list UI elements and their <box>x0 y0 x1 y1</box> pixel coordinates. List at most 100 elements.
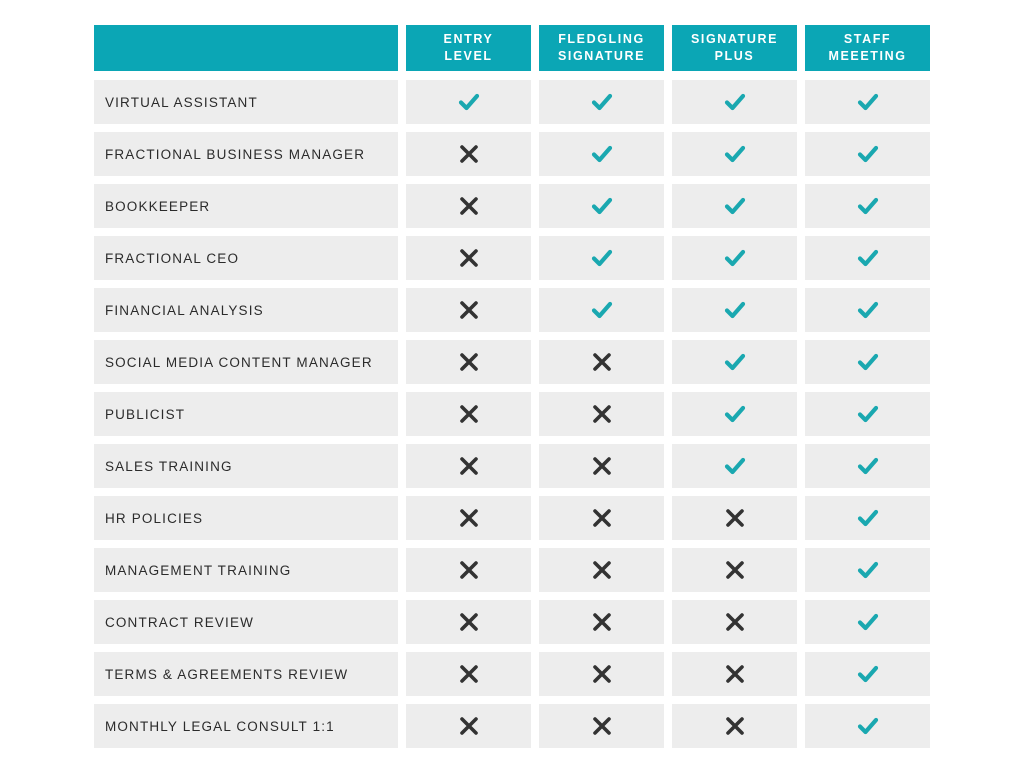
feature-label: SALES TRAINING <box>105 458 233 474</box>
cell-staff-meeeting <box>805 392 930 436</box>
feature-label: FINANCIAL ANALYSIS <box>105 302 264 318</box>
feature-label-cell: FRACTIONAL CEO <box>94 236 398 280</box>
cell-fledgling-signature <box>539 80 664 124</box>
check-icon <box>722 193 748 219</box>
feature-label-cell: MANAGEMENT TRAINING <box>94 548 398 592</box>
column-header-entry-level[interactable]: ENTRY LEVEL <box>406 25 531 71</box>
table-row: FRACTIONAL CEO <box>94 236 931 280</box>
cell-signature-plus <box>672 496 797 540</box>
column-header-staff-meeeting[interactable]: STAFF MEEETING <box>805 25 930 71</box>
table-row: VIRTUAL ASSISTANT <box>94 80 931 124</box>
check-icon <box>589 193 615 219</box>
cell-signature-plus <box>672 184 797 228</box>
cell-fledgling-signature <box>539 444 664 488</box>
cell-entry-level <box>406 340 531 384</box>
cell-fledgling-signature <box>539 704 664 748</box>
cell-staff-meeeting <box>805 444 930 488</box>
cell-signature-plus <box>672 236 797 280</box>
cell-fledgling-signature <box>539 236 664 280</box>
cross-icon <box>590 506 614 530</box>
feature-label: FRACTIONAL CEO <box>105 250 240 266</box>
check-icon <box>722 401 748 427</box>
cross-icon <box>590 610 614 634</box>
check-icon <box>855 193 881 219</box>
cell-entry-level <box>406 548 531 592</box>
feature-label: TERMS & AGREEMENTS REVIEW <box>105 666 349 682</box>
cell-staff-meeeting <box>805 236 930 280</box>
check-icon <box>855 349 881 375</box>
column-header-label: ENTRY LEVEL <box>443 32 494 63</box>
cross-icon <box>590 662 614 686</box>
cell-entry-level <box>406 236 531 280</box>
check-icon <box>855 609 881 635</box>
feature-label: VIRTUAL ASSISTANT <box>105 94 258 110</box>
check-icon <box>722 349 748 375</box>
feature-label-cell: FRACTIONAL BUSINESS MANAGER <box>94 132 398 176</box>
check-icon <box>589 141 615 167</box>
cell-entry-level <box>406 600 531 644</box>
cell-staff-meeeting <box>805 132 930 176</box>
check-icon <box>722 297 748 323</box>
table-row: FINANCIAL ANALYSIS <box>94 288 931 332</box>
feature-label-cell: MONTHLY LEGAL CONSULT 1:1 <box>94 704 398 748</box>
table-row: SOCIAL MEDIA CONTENT MANAGER <box>94 340 931 384</box>
table-row: TERMS & AGREEMENTS REVIEW <box>94 652 931 696</box>
column-header-label: STAFF MEEETING <box>828 32 907 63</box>
check-icon <box>722 141 748 167</box>
feature-label: MANAGEMENT TRAINING <box>105 562 292 578</box>
cross-icon <box>590 558 614 582</box>
cell-fledgling-signature <box>539 652 664 696</box>
table-row: SALES TRAINING <box>94 444 931 488</box>
cross-icon <box>457 662 481 686</box>
check-icon <box>722 89 748 115</box>
cell-signature-plus <box>672 600 797 644</box>
cross-icon <box>590 402 614 426</box>
cell-staff-meeeting <box>805 652 930 696</box>
table-row: CONTRACT REVIEW <box>94 600 931 644</box>
cross-icon <box>590 454 614 478</box>
cell-staff-meeeting <box>805 548 930 592</box>
cell-staff-meeeting <box>805 340 930 384</box>
cross-icon <box>723 558 747 582</box>
cross-icon <box>457 454 481 478</box>
table-row: HR POLICIES <box>94 496 931 540</box>
cross-icon <box>457 558 481 582</box>
table-row: MANAGEMENT TRAINING <box>94 548 931 592</box>
check-icon <box>456 89 482 115</box>
check-icon <box>722 245 748 271</box>
cell-entry-level <box>406 184 531 228</box>
cross-icon <box>457 350 481 374</box>
cell-signature-plus <box>672 392 797 436</box>
cell-fledgling-signature <box>539 600 664 644</box>
cell-signature-plus <box>672 444 797 488</box>
cell-entry-level <box>406 392 531 436</box>
cell-staff-meeeting <box>805 184 930 228</box>
cell-entry-level <box>406 132 531 176</box>
check-icon <box>855 557 881 583</box>
pricing-comparison-table: ENTRY LEVEL FLEDGLING SIGNATURE SIGNATURE … <box>94 25 931 756</box>
cross-icon <box>457 298 481 322</box>
feature-label: MONTHLY LEGAL CONSULT 1:1 <box>105 718 335 734</box>
cell-entry-level <box>406 496 531 540</box>
column-header-label: SIGNATURE PLUS <box>690 32 779 63</box>
feature-label: FRACTIONAL BUSINESS MANAGER <box>105 146 366 162</box>
cell-staff-meeeting <box>805 600 930 644</box>
feature-label-cell: PUBLICIST <box>94 392 398 436</box>
feature-label-cell: VIRTUAL ASSISTANT <box>94 80 398 124</box>
cell-fledgling-signature <box>539 340 664 384</box>
check-icon <box>722 453 748 479</box>
cell-fledgling-signature <box>539 184 664 228</box>
check-icon <box>855 505 881 531</box>
cross-icon <box>590 350 614 374</box>
cross-icon <box>457 402 481 426</box>
column-header-signature-plus[interactable]: SIGNATURE PLUS <box>672 25 797 71</box>
cell-signature-plus <box>672 340 797 384</box>
cell-fledgling-signature <box>539 548 664 592</box>
feature-label-cell: BOOKKEEPER <box>94 184 398 228</box>
column-header-fledgling-signature[interactable]: FLEDGLING SIGNATURE <box>539 25 664 71</box>
check-icon <box>855 245 881 271</box>
cell-entry-level <box>406 704 531 748</box>
check-icon <box>855 401 881 427</box>
cell-entry-level <box>406 80 531 124</box>
cross-icon <box>590 714 614 738</box>
